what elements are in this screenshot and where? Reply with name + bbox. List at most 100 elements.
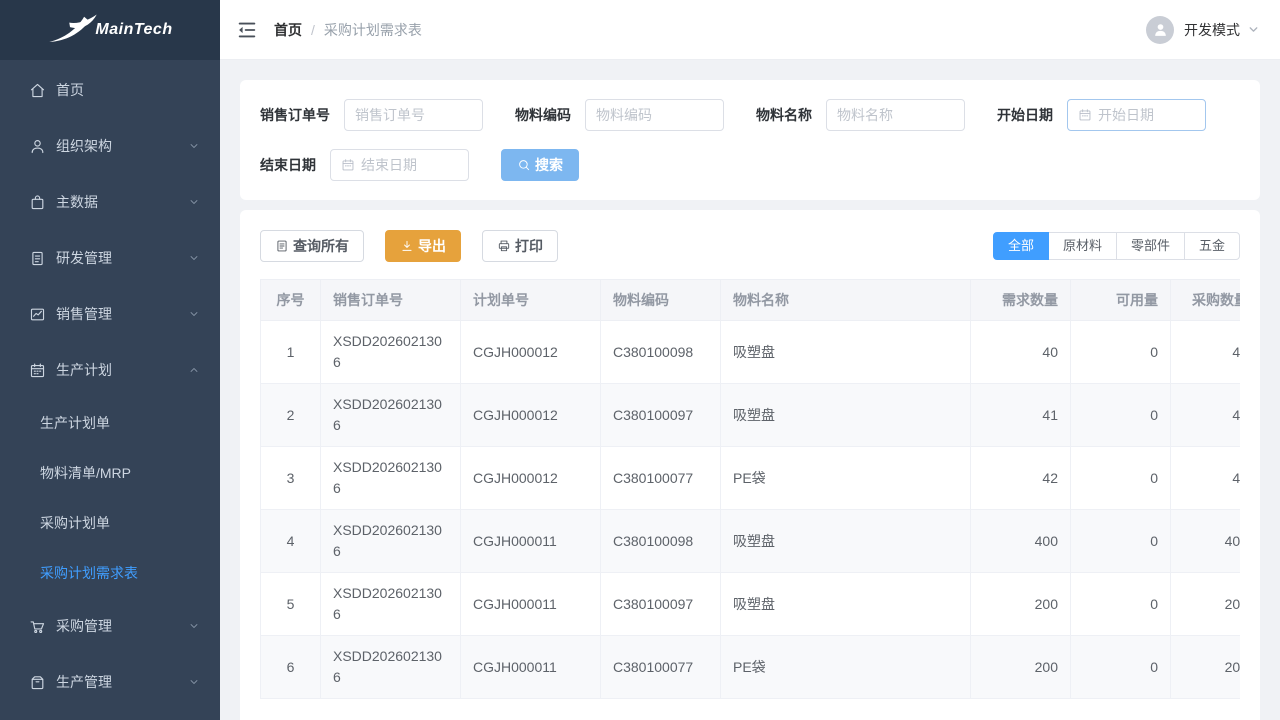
sidebar-subitem[interactable]: 采购计划需求表: [0, 548, 220, 598]
table-header-row: 序号销售订单号计划单号物料编码物料名称需求数量可用量采购数量: [261, 280, 1241, 321]
table-cell: C380100097: [601, 384, 721, 447]
table-cell: 400: [1171, 510, 1241, 573]
sidebar-subitem[interactable]: 生产计划单: [0, 398, 220, 448]
sidebar: MainTech 首页组织架构主数据研发管理销售管理生产计划生产计划单物料清单/…: [0, 0, 220, 720]
sidebar-item-purchase-management[interactable]: 采购管理: [0, 598, 220, 654]
table-cell: 4: [261, 510, 321, 573]
table-cell: 200: [1171, 573, 1241, 636]
filter-field-start-date: 开始日期: [997, 99, 1206, 131]
table-cell: 0: [1071, 573, 1171, 636]
sidebar-item-label: 首页: [56, 80, 84, 100]
table-cell: C380100077: [601, 636, 721, 699]
chart-icon: [29, 306, 46, 323]
user-avatar-icon: [1152, 21, 1169, 38]
print-button[interactable]: 打印: [482, 230, 558, 262]
column-header: 物料名称: [721, 280, 971, 321]
menu-fold-icon[interactable]: [236, 19, 258, 41]
table-cell: 0: [1071, 384, 1171, 447]
sidebar-subitem[interactable]: 采购计划单: [0, 498, 220, 548]
filter-label: 物料名称: [756, 105, 812, 125]
sidebar-item-home[interactable]: 首页: [0, 62, 220, 118]
table-cell: 5: [261, 573, 321, 636]
table-cell: XSDD2026021306: [321, 384, 461, 447]
sidebar-item-rd-management[interactable]: 研发管理: [0, 230, 220, 286]
logo: MainTech: [0, 0, 220, 60]
end-date-input[interactable]: [361, 157, 458, 173]
table-cell: XSDD2026021306: [321, 321, 461, 384]
search-button[interactable]: 搜索: [501, 149, 579, 181]
material-name-input-box: [826, 99, 965, 131]
sales-order-input-box: [344, 99, 483, 131]
sidebar-item-label: 研发管理: [56, 248, 112, 268]
table-row: 2XSDD2026021306CGJH000012C380100097吸塑盘41…: [261, 384, 1241, 447]
table-cell: 0: [1071, 510, 1171, 573]
chevron-down-icon: [188, 140, 200, 152]
table-cell: 吸塑盘: [721, 321, 971, 384]
filter-card: 销售订单号物料编码物料名称开始日期结束日期搜索: [240, 80, 1260, 200]
category-tab-3[interactable]: 五金: [1184, 232, 1240, 260]
query-all-button[interactable]: 查询所有: [260, 230, 364, 262]
doc-list-icon: [275, 239, 289, 253]
table-cell: 0: [1071, 447, 1171, 510]
column-header: 可用量: [1071, 280, 1171, 321]
breadcrumb-link[interactable]: 首页: [274, 20, 302, 40]
table-cell: 41: [1171, 384, 1241, 447]
export-button[interactable]: 导出: [385, 230, 461, 262]
sidebar-item-master-data[interactable]: 主数据: [0, 174, 220, 230]
table-cell: CGJH000012: [461, 384, 601, 447]
table-cell: C380100098: [601, 321, 721, 384]
material-name-input[interactable]: [837, 107, 954, 123]
calendar-small-icon: [1078, 108, 1092, 122]
sidebar-item-sales-management[interactable]: 销售管理: [0, 286, 220, 342]
category-tabs: 全部原材料零部件五金: [993, 232, 1240, 260]
table-cell: 200: [971, 573, 1071, 636]
table-cell: CGJH000011: [461, 510, 601, 573]
table-cell: 6: [261, 636, 321, 699]
sidebar-item-label: 采购管理: [56, 616, 112, 636]
sidebar-item-label: 主数据: [56, 192, 98, 212]
user-menu[interactable]: 开发模式: [1146, 16, 1260, 44]
end-date-input-box: [330, 149, 469, 181]
toolbar-buttons: 查询所有 导出 打印: [260, 230, 558, 262]
search-button-label: 搜索: [535, 155, 563, 175]
table-cell: CGJH000012: [461, 321, 601, 384]
table-cell: 40: [971, 321, 1071, 384]
table-cell: C380100097: [601, 573, 721, 636]
category-tab-1[interactable]: 原材料: [1048, 232, 1117, 260]
chevron-down-icon: [188, 620, 200, 632]
category-tab-0[interactable]: 全部: [993, 232, 1049, 260]
package-icon: [29, 674, 46, 691]
sales-order-input[interactable]: [355, 107, 472, 123]
filter-field-material-name: 物料名称: [756, 99, 965, 131]
material-code-input[interactable]: [596, 107, 713, 123]
table-cell: 200: [971, 636, 1071, 699]
cart-icon: [29, 618, 46, 635]
chevron-down-icon: [188, 676, 200, 688]
table-cell: 吸塑盘: [721, 573, 971, 636]
chevron-down-icon: [188, 196, 200, 208]
sidebar-menu: 首页组织架构主数据研发管理销售管理生产计划生产计划单物料清单/MRP采购计划单采…: [0, 60, 220, 710]
filter-field-end-date: 结束日期: [260, 149, 469, 181]
column-header: 需求数量: [971, 280, 1071, 321]
table-cell: 41: [971, 384, 1071, 447]
table-row: 5XSDD2026021306CGJH000011C380100097吸塑盘20…: [261, 573, 1241, 636]
download-icon: [400, 239, 414, 253]
user-mode-label: 开发模式: [1184, 20, 1240, 40]
sidebar-item-production-management[interactable]: 生产管理: [0, 654, 220, 710]
category-tab-2[interactable]: 零部件: [1116, 232, 1185, 260]
sidebar-item-label: 组织架构: [56, 136, 112, 156]
breadcrumb-separator: /: [311, 22, 315, 38]
avatar: [1146, 16, 1174, 44]
sidebar-item-label: 生产计划: [56, 360, 112, 380]
sidebar-item-org[interactable]: 组织架构: [0, 118, 220, 174]
topbar: 首页/采购计划需求表 开发模式: [220, 0, 1280, 60]
table-cell: XSDD2026021306: [321, 447, 461, 510]
sidebar-item-production-plan[interactable]: 生产计划: [0, 342, 220, 398]
sidebar-subitem[interactable]: 物料清单/MRP: [0, 448, 220, 498]
export-button-label: 导出: [418, 236, 446, 256]
table-cell: XSDD2026021306: [321, 636, 461, 699]
start-date-input[interactable]: [1098, 107, 1195, 123]
filter-label: 销售订单号: [260, 105, 330, 125]
column-header: 序号: [261, 280, 321, 321]
table-cell: 42: [971, 447, 1071, 510]
